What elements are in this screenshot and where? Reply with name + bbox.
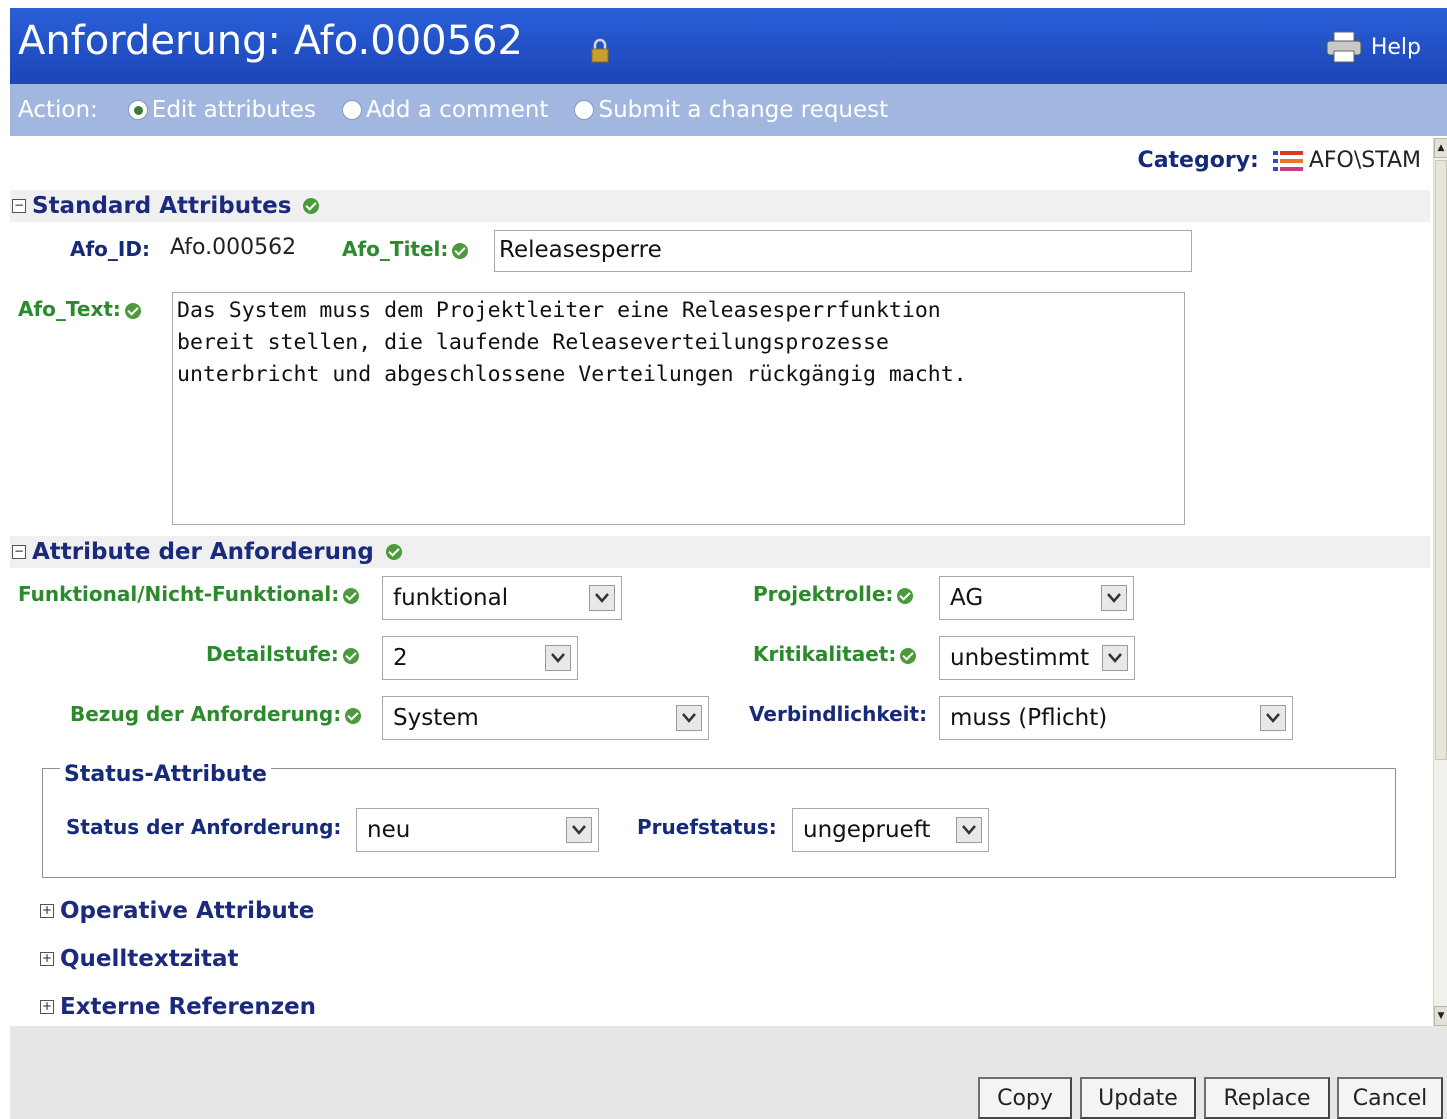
funktional-select-value: funktional <box>393 585 509 611</box>
status-anforderung-select[interactable]: neu <box>356 808 599 852</box>
pruefstatus-select-value: ungeprueft <box>803 817 931 843</box>
action-bar: Action: Edit attributes Add a comment Su… <box>10 84 1447 136</box>
chevron-down-icon[interactable] <box>1102 645 1128 671</box>
section-attribute-anforderung[interactable]: − Attribute der Anforderung <box>10 536 1430 568</box>
kritikalitaet-label: Kritikalitaet: <box>753 642 917 666</box>
collapse-icon[interactable]: − <box>12 199 26 213</box>
projektrolle-label: Projektrolle: <box>753 582 914 606</box>
section-title[interactable]: Externe Referenzen <box>60 994 316 1020</box>
check-icon <box>900 647 917 664</box>
projektrolle-label-text: Projektrolle: <box>753 582 894 606</box>
category-label: Category: <box>1137 148 1259 173</box>
section-title[interactable]: Quelltextzitat <box>60 946 239 972</box>
help-link[interactable]: Help <box>1371 35 1421 60</box>
kritikalitaet-select[interactable]: unbestimmt <box>939 636 1135 680</box>
status-anforderung-label: Status der Anforderung: <box>66 815 342 839</box>
afo-text-textarea[interactable]: Das System muss dem Projektleiter eine R… <box>172 292 1185 525</box>
update-button[interactable]: Update <box>1080 1077 1196 1119</box>
expand-icon[interactable]: + <box>40 904 54 918</box>
detailstufe-label: Detailstufe: <box>206 642 359 666</box>
afo-text-label-text: Afo_Text: <box>18 297 121 321</box>
check-icon <box>124 302 141 319</box>
afo-titel-label-text: Afo_Titel: <box>342 237 449 261</box>
funktional-select[interactable]: funktional <box>382 576 622 620</box>
check-icon <box>343 587 360 604</box>
printer-icon[interactable] <box>1325 30 1363 64</box>
radio-unselected-icon[interactable] <box>341 100 362 120</box>
copy-button[interactable]: Copy <box>978 1077 1072 1119</box>
verbindlichkeit-label: Verbindlichkeit: <box>749 702 928 726</box>
expand-icon[interactable]: + <box>40 1000 54 1014</box>
replace-button[interactable]: Replace <box>1204 1077 1330 1119</box>
verbindlichkeit-select-value: muss (Pflicht) <box>950 705 1108 731</box>
collapse-icon[interactable]: − <box>12 545 26 559</box>
section-title[interactable]: Operative Attribute <box>60 898 314 924</box>
check-icon <box>303 198 320 214</box>
chevron-down-icon[interactable] <box>676 705 702 731</box>
bezug-select-value: System <box>393 705 479 731</box>
kritikalitaet-select-value: unbestimmt <box>950 645 1090 671</box>
category-value: AFO\STAM <box>1308 148 1421 173</box>
scroll-thumb[interactable] <box>1435 160 1447 760</box>
afo-titel-label: Afo_Titel: <box>342 237 469 261</box>
radio-edit-attributes[interactable]: Edit attributes <box>127 97 316 123</box>
section-operative-attribute[interactable]: + Operative Attribute <box>38 898 314 924</box>
funktional-label: Funktional/Nicht-Funktional: <box>18 582 360 606</box>
section-externe-referenzen[interactable]: + Externe Referenzen <box>38 994 316 1020</box>
scroll-up-icon[interactable]: ▲ <box>1434 138 1447 158</box>
section-title: Standard Attributes <box>32 193 292 219</box>
page-title: Anforderung: Afo.000562 <box>18 18 523 64</box>
category: Category: AFO\STAM <box>1138 148 1421 173</box>
verbindlichkeit-select[interactable]: muss (Pflicht) <box>939 696 1293 740</box>
chevron-down-icon[interactable] <box>1260 705 1286 731</box>
status-anforderung-select-value: neu <box>367 817 411 843</box>
check-icon <box>452 242 469 259</box>
pruefstatus-label: Pruefstatus: <box>637 815 777 839</box>
chevron-down-icon[interactable] <box>545 645 571 671</box>
projektrolle-select-value: AG <box>950 585 984 611</box>
vertical-scrollbar[interactable]: ▲ ▼ <box>1433 138 1447 1026</box>
bezug-label: Bezug der Anforderung: <box>70 702 362 726</box>
radio-add-comment[interactable]: Add a comment <box>341 97 549 123</box>
detailstufe-label-text: Detailstufe: <box>206 642 339 666</box>
afo-id-label: Afo_ID: <box>70 237 150 261</box>
radio-add-comment-label[interactable]: Add a comment <box>366 97 549 123</box>
pruefstatus-select[interactable]: ungeprueft <box>792 808 989 852</box>
radio-change-request[interactable]: Submit a change request <box>574 97 888 123</box>
status-legend: Status-Attribute <box>60 762 271 787</box>
title-bar: Anforderung: Afo.000562 Help <box>10 8 1447 84</box>
check-icon <box>342 647 359 664</box>
list-icon <box>1272 150 1303 171</box>
afo-titel-input[interactable]: Releasesperre <box>494 230 1192 272</box>
check-icon <box>897 587 914 604</box>
bezug-label-text: Bezug der Anforderung: <box>70 702 342 726</box>
detailstufe-select[interactable]: 2 <box>382 636 578 680</box>
afo-id-value: Afo.000562 <box>170 235 297 260</box>
chevron-down-icon[interactable] <box>589 585 615 611</box>
afo-text-label: Afo_Text: <box>18 297 141 321</box>
check-icon <box>345 707 362 724</box>
radio-change-request-label[interactable]: Submit a change request <box>598 97 888 123</box>
detailstufe-select-value: 2 <box>393 645 408 671</box>
help-area[interactable]: Help <box>1325 30 1421 64</box>
section-quelltextzitat[interactable]: + Quelltextzitat <box>38 946 239 972</box>
expand-icon[interactable]: + <box>40 952 54 966</box>
action-label: Action: <box>18 97 98 123</box>
lock-icon <box>591 38 609 63</box>
funktional-label-text: Funktional/Nicht-Funktional: <box>18 582 340 606</box>
projektrolle-select[interactable]: AG <box>939 576 1134 620</box>
radio-unselected-icon[interactable] <box>574 100 595 120</box>
bezug-select[interactable]: System <box>382 696 709 740</box>
radio-edit-attributes-label[interactable]: Edit attributes <box>152 97 316 123</box>
scroll-down-icon[interactable]: ▼ <box>1434 1006 1447 1026</box>
section-standard-attributes[interactable]: − Standard Attributes <box>10 190 1430 222</box>
chevron-down-icon[interactable] <box>956 817 982 843</box>
check-icon <box>385 544 402 560</box>
radio-selected-icon[interactable] <box>127 100 148 120</box>
section-title: Attribute der Anforderung <box>32 539 374 565</box>
cancel-button[interactable]: Cancel <box>1337 1077 1443 1119</box>
chevron-down-icon[interactable] <box>566 817 592 843</box>
kritikalitaet-label-text: Kritikalitaet: <box>753 642 897 666</box>
chevron-down-icon[interactable] <box>1101 585 1127 611</box>
